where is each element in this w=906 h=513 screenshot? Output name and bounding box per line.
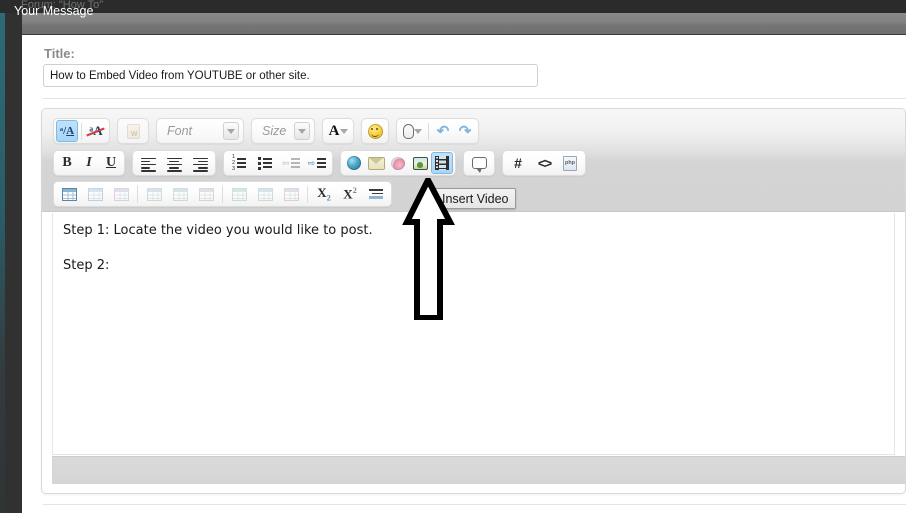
rich-text-editor: ᵃ/A ᵃA W Font Size A ↶ ↷ B I U 1 2 3 ⇦ ⇨… [41,108,906,494]
toolbar-divider [137,185,138,203]
editor-content-area[interactable]: Step 1: Locate the video you would like … [52,213,895,455]
delete-table-icon[interactable] [108,183,134,205]
toolbar-group-attach-history: ↶ ↷ [396,118,479,144]
toolbar-divider [222,185,223,203]
superscript-icon[interactable]: X2 [337,183,363,205]
align-left-icon[interactable] [135,152,161,174]
align-right-icon[interactable] [187,152,213,174]
indent-icon[interactable]: ⇨ [304,152,330,174]
undo-icon[interactable]: ↶ [432,120,454,142]
insert-image-icon[interactable] [409,152,431,174]
insert-table-icon[interactable] [56,183,82,205]
editor-status-bar [52,456,905,484]
subscript-icon[interactable]: X2 [311,183,337,205]
delete-row-icon[interactable] [193,183,219,205]
outdent-icon[interactable]: ⇦ [278,152,304,174]
rail-accent-stripe [0,13,5,513]
source-toggle-icon[interactable]: ᵃ/A [56,120,78,142]
toolbar-row-1: ᵃ/A ᵃA W Font Size A ↶ ↷ [53,118,479,144]
bold-icon[interactable]: B [56,152,78,174]
font-size-value: Size [262,124,287,138]
insert-code-icon[interactable]: <> [531,152,557,174]
table-properties-icon[interactable] [82,183,108,205]
insert-column-after-icon[interactable] [252,183,278,205]
browser-top-strip [0,0,906,13]
toolbar-row-3: X2 X2 [53,181,392,207]
insert-row-before-icon[interactable] [141,183,167,205]
underline-icon[interactable]: U [100,152,122,174]
font-family-dropdown[interactable]: Font [159,120,241,142]
toolbar-group-font: Font [156,118,244,144]
chevron-down-icon [223,122,239,140]
toolbar-group-text-color: A [322,118,354,144]
toolbar-group-paste: W [117,118,149,144]
message-panel-header [22,13,906,35]
insert-row-after-icon[interactable] [167,183,193,205]
toolbar-group-tables: X2 X2 [53,181,392,207]
numbered-list-icon[interactable]: 123 [226,152,252,174]
editor-line: Step 1: Locate the video you would like … [63,223,373,238]
insert-link-icon[interactable] [343,152,365,174]
toolbar-divider [81,122,82,140]
chevron-down-icon [294,122,310,140]
insert-media-icon[interactable] [387,152,409,174]
page-bottom-divider [43,504,906,505]
redo-icon[interactable]: ↷ [454,120,476,142]
toolbar-group-format-source: ᵃ/A ᵃA [53,118,110,144]
insert-video-tooltip: Insert Video [434,188,517,209]
toolbar-group-code: # <> php [502,150,586,176]
title-label: Title: [44,46,75,61]
title-input[interactable] [43,64,538,87]
insert-video-icon[interactable] [431,152,453,174]
toolbar-group-lists: 123 ⇦ ⇨ [223,150,333,176]
text-color-icon[interactable]: A [325,120,351,142]
delete-column-icon[interactable] [278,183,304,205]
insert-email-icon[interactable] [365,152,387,174]
toolbar-group-basic-format: B I U [53,150,125,176]
toolbar-group-insert-media [340,150,456,176]
insert-column-before-icon[interactable] [226,183,252,205]
toolbar-group-alignment [132,150,216,176]
insert-php-icon[interactable]: php [557,152,583,174]
remove-format-icon[interactable]: ᵃA [85,120,107,142]
toolbar-group-emoticon [361,118,389,144]
editor-line: Step 2: [63,258,110,273]
attachment-icon[interactable] [399,120,425,142]
toolbar-divider [307,185,308,203]
font-family-value: Font [167,124,193,138]
paste-from-word-icon[interactable]: W [120,120,146,142]
toolbar-divider [428,122,429,140]
italic-icon[interactable]: I [78,152,100,174]
align-center-icon[interactable] [161,152,187,174]
toolbar-group-size: Size [251,118,315,144]
bulleted-list-icon[interactable] [252,152,278,174]
section-divider [43,98,906,99]
insert-quote-icon[interactable] [466,152,492,174]
emoticon-icon[interactable] [364,120,386,142]
horizontal-rule-icon[interactable] [363,183,389,205]
font-size-dropdown[interactable]: Size [254,120,312,142]
toolbar-group-quote [463,150,495,176]
panel-title: Your Message [14,4,94,18]
insert-hash-icon[interactable]: # [505,152,531,174]
toolbar-row-2: B I U 123 ⇦ ⇨ # <> php [53,150,586,176]
